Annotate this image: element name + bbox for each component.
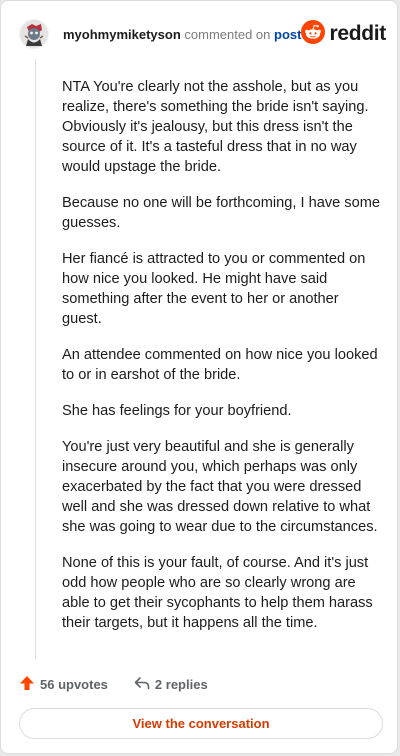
comment-footer: 56 upvotes 2 replies <box>19 673 208 695</box>
avatar[interactable] <box>19 19 49 49</box>
comment-paragraph: You're just very beautiful and she is ge… <box>62 439 378 535</box>
reply-arrow-icon <box>134 675 150 694</box>
comment-paragraph: Because no one will be forthcoming, I ha… <box>62 195 380 231</box>
comment-paragraph: She has feelings for your boyfriend. <box>62 403 292 419</box>
upvote-arrow-icon <box>19 675 35 694</box>
comment-paragraph: None of this is your fault, of course. A… <box>62 555 373 631</box>
view-conversation-button[interactable]: View the conversation <box>19 708 383 739</box>
comment-paragraph: NTA You're clearly not the asshole, but … <box>62 79 369 175</box>
username-link[interactable]: myohmymiketyson <box>63 27 181 42</box>
comment-header: myohmymiketyson commented on post reddit <box>19 17 386 51</box>
reddit-wordmark: reddit <box>329 22 387 45</box>
reddit-brand[interactable]: reddit <box>301 19 387 49</box>
comment-paragraph: An attendee commented on how nice you lo… <box>62 347 378 383</box>
post-link[interactable]: post <box>274 27 301 42</box>
replies-button[interactable]: 2 replies <box>134 675 208 694</box>
thread-line <box>35 59 36 659</box>
comment-body: NTA You're clearly not the asshole, but … <box>62 77 380 649</box>
comment-embed-card: myohmymiketyson commented on post reddit <box>0 0 398 754</box>
comment-byline: myohmymiketyson commented on post <box>63 27 301 42</box>
upvote-button[interactable]: 56 upvotes <box>19 675 108 694</box>
action-text: commented on <box>184 26 271 42</box>
reply-count: 2 replies <box>154 676 208 692</box>
upvote-count: 56 upvotes <box>40 676 108 692</box>
reddit-alien-icon <box>301 19 326 49</box>
comment-paragraph: Her fiancé is attracted to you or commen… <box>62 251 366 327</box>
